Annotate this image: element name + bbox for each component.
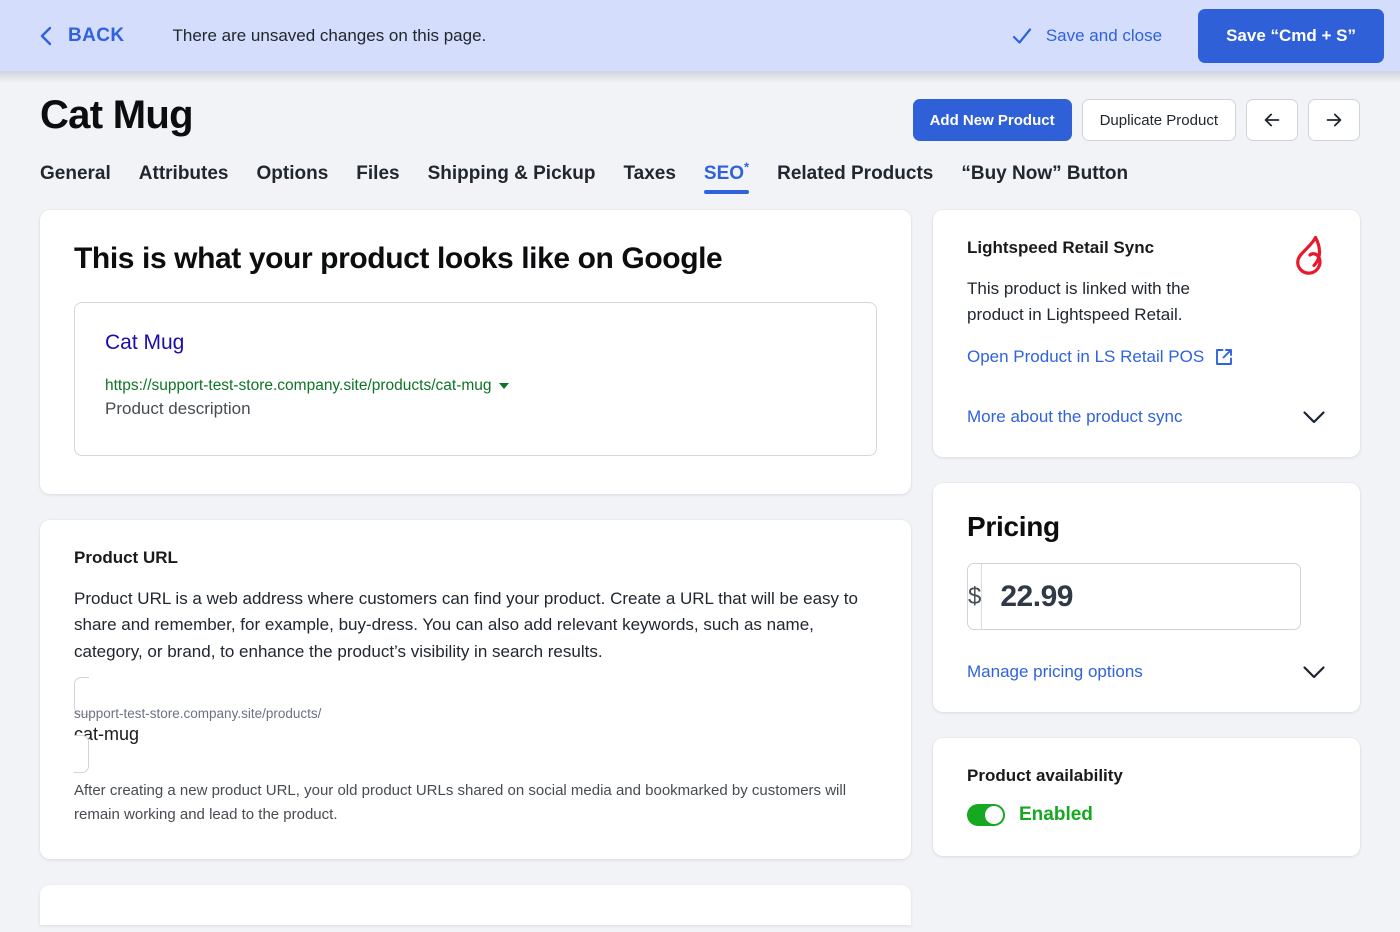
unsaved-changes-bar: BACK There are unsaved changes on this p… <box>0 0 1400 83</box>
product-url-heading: Product URL <box>74 548 178 567</box>
product-availability-card: Product availability Enabled <box>933 738 1360 856</box>
manage-pricing-options-toggle[interactable]: Manage pricing options <box>967 662 1326 682</box>
price-input[interactable] <box>982 564 1300 629</box>
tab-general-label: General <box>40 163 111 184</box>
lightspeed-flame-icon <box>1296 236 1322 275</box>
previous-product-button[interactable] <box>1246 99 1298 141</box>
chevron-down-icon <box>1303 665 1325 678</box>
tab-options-label: Options <box>256 163 329 184</box>
save-bar-actions: Save and close Save “Cmd + S” <box>1010 8 1384 63</box>
serp-url-row: https://support-test-store.company.site/… <box>105 377 846 395</box>
tab-seo[interactable]: SEO* <box>703 159 750 200</box>
product-tabs: General Attributes Options Files Shippin… <box>0 141 1400 200</box>
save-button[interactable]: Save “Cmd + S” <box>1198 8 1384 63</box>
serp-result-url: https://support-test-store.company.site/… <box>105 377 492 394</box>
sidebar-column: Lightspeed Retail Sync This product is l… <box>933 210 1360 856</box>
tab-files-label: Files <box>356 163 400 184</box>
tab-seo-label: SEO <box>703 163 745 184</box>
serp-result-description: Product description <box>105 399 251 418</box>
check-icon <box>1012 27 1031 44</box>
duplicate-product-button[interactable]: Duplicate Product <box>1081 99 1236 141</box>
page-title: Cat Mug <box>40 93 194 137</box>
product-url-description: Product URL is a web address where custo… <box>74 589 858 661</box>
tab-files[interactable]: Files <box>356 163 399 200</box>
unsaved-changes-message: There are unsaved changes on this page. <box>172 25 487 45</box>
tab-attributes-label: Attributes <box>138 163 229 184</box>
external-link-icon <box>1216 349 1233 365</box>
product-availability-status: Enabled <box>1019 804 1093 825</box>
tab-shipping-pickup-label: Shipping & Pickup <box>427 163 596 184</box>
toggle-knob <box>985 806 1003 824</box>
save-and-close-label: Save and close <box>1045 25 1163 45</box>
product-url-prefix: support-test-store.company.site/products… <box>74 706 322 722</box>
page-header: Cat Mug Add New Product Duplicate Produc… <box>0 71 1400 141</box>
main-column: This is what your product looks like on … <box>40 210 911 860</box>
lightspeed-sync-body: This product is linked with the product … <box>967 279 1190 324</box>
back-button[interactable]: BACK <box>36 25 125 47</box>
pricing-card: Pricing $ Manage pricing options <box>933 483 1360 712</box>
tab-shipping-pickup[interactable]: Shipping & Pickup <box>428 163 596 200</box>
lightspeed-sync-card: Lightspeed Retail Sync This product is l… <box>933 210 1360 457</box>
product-availability-title: Product availability <box>967 766 1123 785</box>
add-new-product-button[interactable]: Add New Product <box>912 99 1072 141</box>
product-url-note: After creating a new product URL, your o… <box>74 782 847 824</box>
chevron-down-icon <box>1303 410 1325 423</box>
google-preview-heading: This is what your product looks like on … <box>74 242 723 275</box>
product-url-input[interactable] <box>74 723 877 746</box>
tab-taxes-label: Taxes <box>623 163 676 184</box>
product-availability-toggle[interactable] <box>967 804 1005 826</box>
tab-options[interactable]: Options <box>257 163 329 200</box>
open-product-link-label: Open Product in LS Retail POS <box>967 347 1205 366</box>
serp-result-title[interactable]: Cat Mug <box>105 331 184 355</box>
arrow-left-icon <box>1264 113 1280 127</box>
tab-related-products[interactable]: Related Products <box>777 163 933 200</box>
next-product-button[interactable] <box>1308 99 1360 141</box>
more-about-product-sync-label: More about the product sync <box>967 407 1183 426</box>
pricing-title: Pricing <box>967 511 1060 542</box>
lightspeed-sync-title: Lightspeed Retail Sync <box>967 238 1155 257</box>
product-availability-toggle-row[interactable]: Enabled <box>967 804 1326 826</box>
currency-symbol: $ <box>968 564 983 629</box>
open-product-in-ls-retail-pos-link[interactable]: Open Product in LS Retail POS <box>967 347 1326 367</box>
serp-preview: Cat Mug https://support-test-store.compa… <box>74 302 877 456</box>
tab-buy-now-button-label: “Buy Now” Button <box>961 163 1129 184</box>
tab-buy-now-button[interactable]: “Buy Now” Button <box>961 163 1128 200</box>
caret-down-icon[interactable] <box>498 383 509 389</box>
product-url-input-wrapper[interactable]: support-test-store.company.site/products… <box>74 677 877 774</box>
next-section-card <box>40 885 911 926</box>
header-actions: Add New Product Duplicate Product <box>912 93 1360 141</box>
price-field[interactable]: $ <box>967 563 1301 630</box>
google-preview-card: This is what your product looks like on … <box>40 210 911 494</box>
product-url-card: Product URL Product URL is a web address… <box>40 520 911 860</box>
page-content: This is what your product looks like on … <box>0 200 1400 860</box>
manage-pricing-options-label: Manage pricing options <box>967 662 1143 681</box>
tab-general[interactable]: General <box>40 163 111 200</box>
tab-attributes[interactable]: Attributes <box>139 163 229 200</box>
tab-seo-modified-marker: * <box>744 159 750 175</box>
arrow-right-icon <box>1326 113 1342 127</box>
back-button-label: BACK <box>68 24 125 46</box>
tab-taxes[interactable]: Taxes <box>623 163 675 200</box>
more-about-product-sync-toggle[interactable]: More about the product sync <box>967 407 1326 427</box>
tab-related-products-label: Related Products <box>777 163 934 184</box>
chevron-left-icon <box>40 26 52 45</box>
save-and-close-button[interactable]: Save and close <box>1010 24 1162 48</box>
